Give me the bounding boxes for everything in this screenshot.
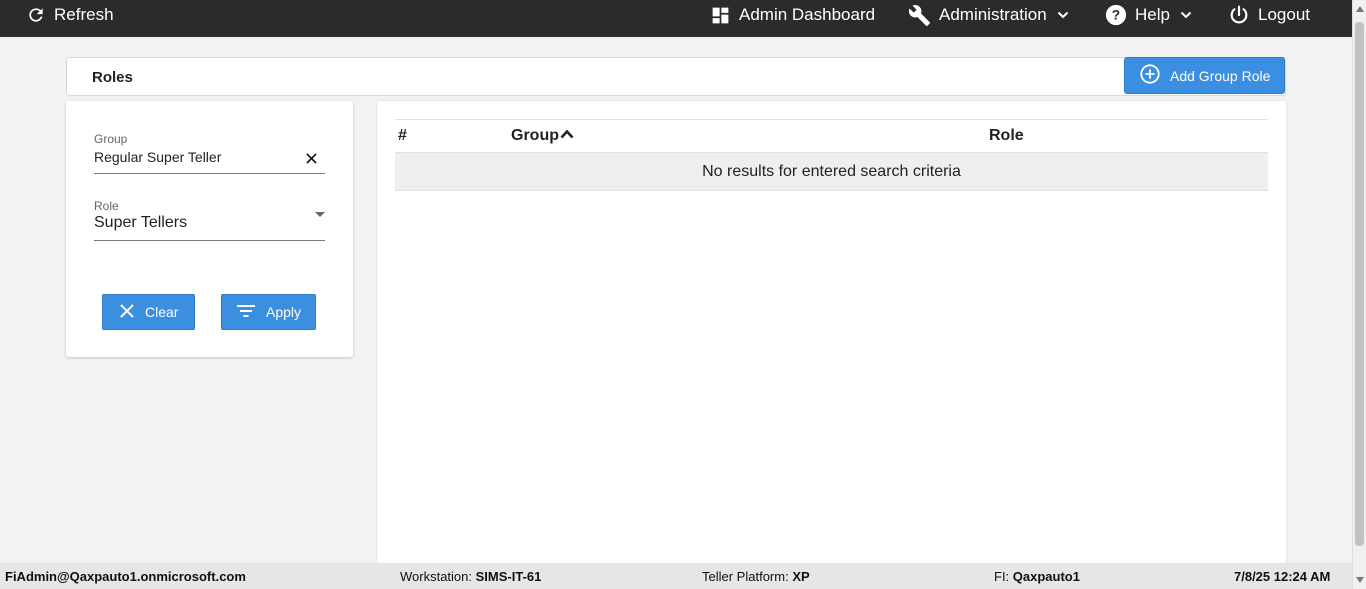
empty-results-message: No results for entered search criteria	[702, 162, 961, 180]
help-icon: ?	[1105, 4, 1127, 26]
clear-label: Clear	[145, 304, 179, 320]
help-menu[interactable]: ? Help	[1105, 0, 1192, 30]
clear-button[interactable]: Clear	[102, 294, 195, 330]
fi-value: Qaxpauto1	[1012, 569, 1080, 584]
svg-text:?: ?	[1112, 8, 1120, 23]
administration-menu[interactable]: Administration	[908, 0, 1069, 30]
scroll-thumb[interactable]	[1355, 22, 1364, 546]
sort-ascending-icon	[560, 127, 574, 145]
plus-circle-icon	[1139, 63, 1161, 88]
column-header-number[interactable]: #	[398, 127, 407, 145]
power-icon	[1228, 4, 1250, 26]
role-field-label: Role	[94, 199, 119, 213]
clear-group-icon[interactable]	[306, 151, 317, 169]
page-title: Roles	[92, 69, 133, 86]
help-label: Help	[1135, 5, 1170, 24]
dropdown-arrow-icon[interactable]	[315, 212, 325, 217]
workstation-label: Workstation:	[400, 569, 473, 584]
footer-workstation: Workstation: SIMS-IT-61	[400, 569, 541, 584]
top-nav-bar: Refresh Admin Dashboard Administration ?…	[0, 0, 1352, 37]
add-group-role-label: Add Group Role	[1170, 67, 1271, 84]
refresh-icon	[26, 5, 46, 25]
scroll-down-icon[interactable]	[1356, 577, 1364, 583]
role-select[interactable]: Role Super Tellers	[94, 199, 325, 241]
close-icon	[119, 303, 135, 322]
admin-dashboard-link[interactable]: Admin Dashboard	[710, 0, 875, 30]
column-header-group-label: Group	[511, 127, 559, 144]
filter-panel: Group Regular Super Teller Role Super Te…	[66, 101, 353, 357]
workstation-value: SIMS-IT-61	[475, 569, 542, 584]
column-header-role[interactable]: Role	[989, 127, 1024, 145]
chevron-down-icon	[1057, 9, 1069, 21]
results-panel: # Group Role No results for entered sear…	[377, 101, 1286, 563]
refresh-button[interactable]: Refresh	[26, 0, 114, 30]
scroll-up-icon[interactable]	[1356, 6, 1364, 12]
platform-value: XP	[792, 569, 810, 584]
group-field-value[interactable]: Regular Super Teller	[94, 149, 221, 165]
roles-table: # Group Role No results for entered sear…	[395, 119, 1268, 191]
refresh-label: Refresh	[54, 5, 114, 24]
column-header-group[interactable]: Group	[511, 127, 574, 145]
admin-dashboard-label: Admin Dashboard	[739, 5, 876, 24]
status-bar: FiAdmin@Qaxpauto1.onmicrosoft.com Workst…	[0, 563, 1352, 589]
chevron-down-icon	[1180, 9, 1192, 21]
page-header: Roles Add Group Role	[66, 57, 1286, 96]
empty-results-row: No results for entered search criteria	[395, 153, 1268, 191]
page-scrollbar[interactable]	[1352, 0, 1366, 589]
footer-platform: Teller Platform: XP	[702, 569, 810, 584]
dashboard-icon	[710, 5, 731, 26]
logout-label: Logout	[1258, 5, 1310, 24]
wrench-icon	[908, 4, 931, 27]
table-header: # Group Role	[395, 120, 1268, 153]
apply-label: Apply	[266, 304, 302, 320]
filter-icon	[236, 303, 256, 322]
apply-button[interactable]: Apply	[221, 294, 316, 330]
group-field[interactable]: Group Regular Super Teller	[94, 132, 325, 174]
administration-label: Administration	[939, 5, 1047, 24]
group-field-label: Group	[94, 132, 128, 146]
footer-fi: FI: Qaxpauto1	[994, 569, 1080, 584]
footer-datetime: 7/8/25 12:24 AM	[1234, 569, 1331, 584]
fi-label: FI:	[994, 569, 1010, 584]
add-group-role-button[interactable]: Add Group Role	[1124, 57, 1285, 94]
platform-label: Teller Platform:	[702, 569, 789, 584]
footer-user: FiAdmin@Qaxpauto1.onmicrosoft.com	[5, 569, 246, 584]
logout-button[interactable]: Logout	[1228, 0, 1310, 30]
role-field-value[interactable]: Super Tellers	[94, 214, 187, 232]
